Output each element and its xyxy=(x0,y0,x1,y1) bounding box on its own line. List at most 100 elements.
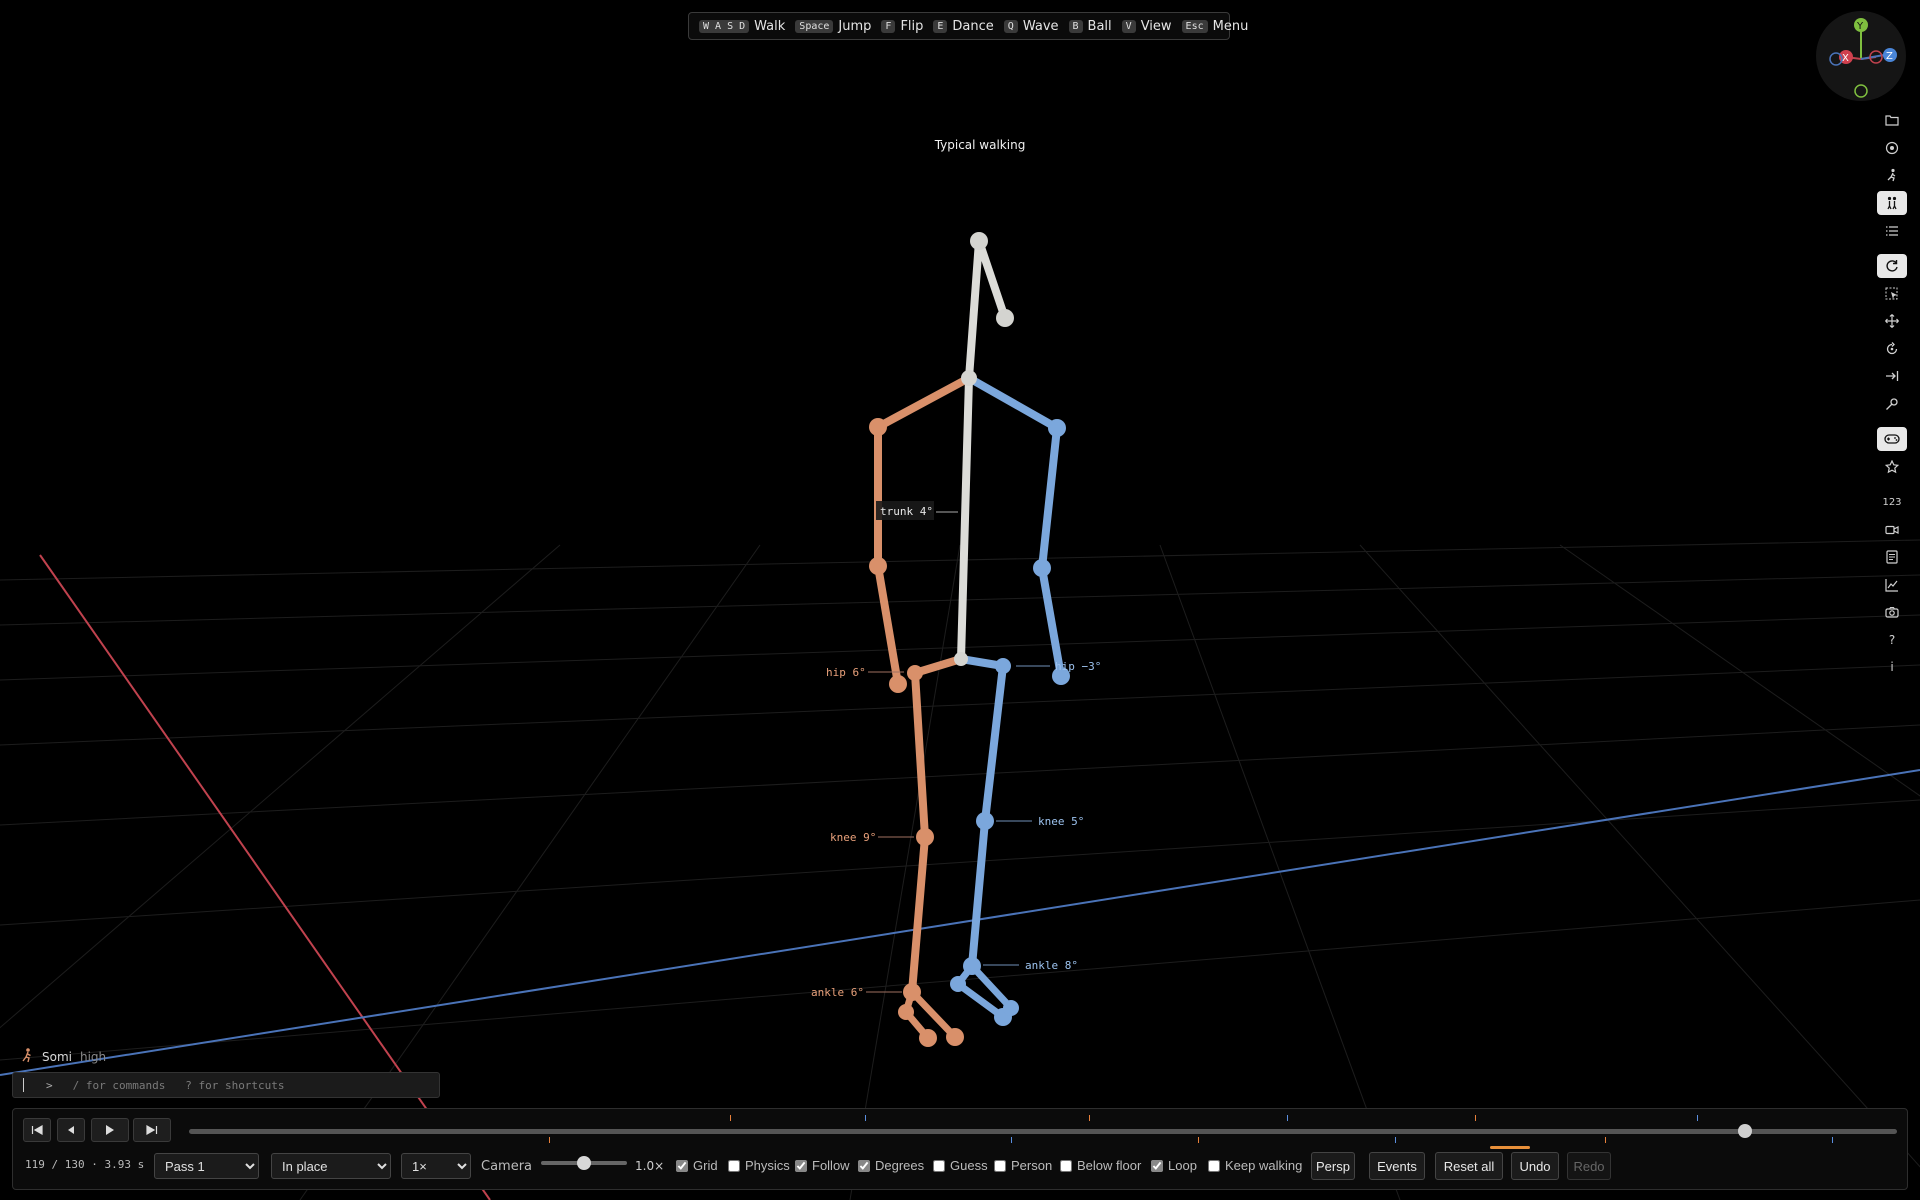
pin-icon[interactable] xyxy=(1877,392,1907,416)
rotate-icon[interactable] xyxy=(1877,337,1907,361)
follow-toggle[interactable]: Follow xyxy=(795,1158,850,1173)
camera-value: 1.0× xyxy=(635,1159,665,1173)
grid-toggle[interactable]: Grid xyxy=(676,1158,718,1173)
loop-toggle[interactable]: Loop xyxy=(1151,1158,1197,1173)
skip-to-start-button[interactable] xyxy=(23,1118,51,1142)
svg-text:Y: Y xyxy=(1856,21,1864,32)
gizmo-neg-y-icon[interactable] xyxy=(1854,84,1868,98)
orientation-gizmo[interactable]: Y X Z xyxy=(1816,11,1906,101)
z-axis-line xyxy=(0,769,1920,1076)
step-back-icon xyxy=(68,1126,74,1134)
reload-icon[interactable] xyxy=(1877,254,1907,278)
below-floor-checkbox[interactable] xyxy=(1060,1159,1072,1172)
trunk-angle-label: trunk 4° xyxy=(880,505,933,518)
shortcut-label: Flip xyxy=(900,18,924,34)
keep-walking-checkbox[interactable] xyxy=(1208,1159,1220,1172)
skip-to-start-icon xyxy=(31,1125,43,1135)
select-region-icon[interactable] xyxy=(1877,282,1907,306)
running-person-icon[interactable] xyxy=(1877,163,1907,187)
hip-right-angle-label: hip −3° xyxy=(1055,660,1101,673)
event-tick xyxy=(730,1115,732,1121)
viewport-3d[interactable]: trunk 4° hip 6° hip −3° knee 9° knee 5° … xyxy=(0,0,1920,1200)
skeleton[interactable] xyxy=(869,232,1070,1047)
guess-toggle[interactable]: Guess xyxy=(933,1158,988,1173)
shortcut-key: F xyxy=(881,19,896,33)
camera-label: Camera xyxy=(481,1159,533,1174)
grid-checkbox[interactable] xyxy=(676,1159,688,1172)
skip-to-end-button[interactable] xyxy=(133,1118,171,1142)
event-tick xyxy=(549,1137,551,1143)
event-tick xyxy=(1832,1137,1834,1143)
event-tick xyxy=(1089,1115,1091,1121)
x-axis-line xyxy=(39,554,491,1200)
video-camera-icon[interactable] xyxy=(1877,518,1907,542)
assistant-figure-icon xyxy=(20,1047,34,1066)
follow-checkbox[interactable] xyxy=(795,1159,807,1172)
person-toggle[interactable]: Person xyxy=(994,1158,1052,1173)
undo-indicator xyxy=(1490,1146,1530,1149)
reset-all-button[interactable]: Reset all xyxy=(1435,1152,1503,1180)
event-tick xyxy=(1198,1137,1200,1143)
shortcut-label: Ball xyxy=(1087,18,1112,34)
shortcut-bar: W A S D Walk Space Jump F Flip E Dance Q Wave B Bal… xyxy=(688,12,1248,40)
shortcut-dance: E Dance xyxy=(933,18,994,34)
degrees-checkbox[interactable] xyxy=(858,1159,870,1172)
command-input[interactable] xyxy=(70,1077,395,1093)
move-icon[interactable] xyxy=(1877,309,1907,333)
mode-select[interactable]: In place xyxy=(271,1153,391,1179)
degrees-toggle[interactable]: Degrees xyxy=(858,1158,924,1173)
event-tick xyxy=(1010,1137,1012,1143)
shortcut-label: Jump xyxy=(838,18,872,34)
two-people-icon[interactable] xyxy=(1877,191,1907,215)
event-tick xyxy=(1475,1115,1477,1121)
step-back-button[interactable] xyxy=(57,1118,85,1142)
person-checkbox[interactable] xyxy=(994,1159,1006,1172)
camera-slider[interactable] xyxy=(541,1156,627,1170)
event-tick xyxy=(1697,1115,1699,1121)
speed-select[interactable]: 1× xyxy=(401,1153,471,1179)
undo-button[interactable]: Undo xyxy=(1511,1152,1559,1180)
physics-checkbox[interactable] xyxy=(728,1159,740,1172)
play-button[interactable] xyxy=(91,1118,129,1142)
command-bar[interactable]: > xyxy=(12,1072,440,1098)
guess-checkbox[interactable] xyxy=(933,1159,945,1172)
keep-walking-toggle[interactable]: Keep walking xyxy=(1208,1158,1302,1173)
loop-checkbox[interactable] xyxy=(1151,1159,1163,1172)
target-icon[interactable] xyxy=(1877,136,1907,160)
knee-right-angle-label: knee 5° xyxy=(1038,815,1084,828)
event-tick xyxy=(865,1115,867,1121)
physics-toggle[interactable]: Physics xyxy=(728,1158,790,1173)
help-button[interactable]: ? xyxy=(1877,628,1907,652)
chart-icon[interactable] xyxy=(1877,573,1907,597)
timeline-track[interactable] xyxy=(189,1129,1897,1134)
pass-select[interactable]: Pass 1 xyxy=(154,1153,259,1179)
document-icon[interactable] xyxy=(1877,545,1907,569)
assistant-status: Somi high xyxy=(20,1047,106,1066)
event-tick xyxy=(1287,1115,1289,1121)
events-button[interactable]: Events xyxy=(1369,1152,1425,1180)
star-icon[interactable] xyxy=(1877,455,1907,479)
shortcut-key: E xyxy=(933,19,948,33)
numbers-button[interactable]: 123 xyxy=(1877,490,1907,514)
ankle-right-angle-label: ankle 8° xyxy=(1025,959,1078,972)
arrow-to-line-icon[interactable] xyxy=(1877,364,1907,388)
camera-icon[interactable] xyxy=(1877,600,1907,624)
shortcut-label: Wave xyxy=(1022,18,1059,34)
shortcut-ball: B Ball xyxy=(1068,18,1112,34)
shortcut-key: Esc xyxy=(1181,19,1208,33)
timeline-scrubber[interactable] xyxy=(1737,1124,1752,1138)
shortcut-key: Space xyxy=(795,19,834,33)
camera-slider-knob[interactable] xyxy=(577,1156,591,1170)
shortcut-menu: Esc Menu xyxy=(1181,19,1248,34)
shortcut-wave: Q Wave xyxy=(1003,18,1059,34)
shortcut-label: Dance xyxy=(952,18,994,34)
command-prompt: > xyxy=(46,1078,53,1092)
persp-button[interactable]: Persp xyxy=(1311,1152,1355,1180)
below-floor-toggle[interactable]: Below floor xyxy=(1060,1158,1141,1173)
folder-icon[interactable] xyxy=(1877,108,1907,132)
list-icon[interactable] xyxy=(1877,219,1907,243)
gamepad-icon[interactable] xyxy=(1877,427,1907,451)
info-button[interactable]: i xyxy=(1877,655,1907,679)
knee-left-angle-label: knee 9° xyxy=(830,831,876,844)
redo-button: Redo xyxy=(1567,1152,1611,1180)
